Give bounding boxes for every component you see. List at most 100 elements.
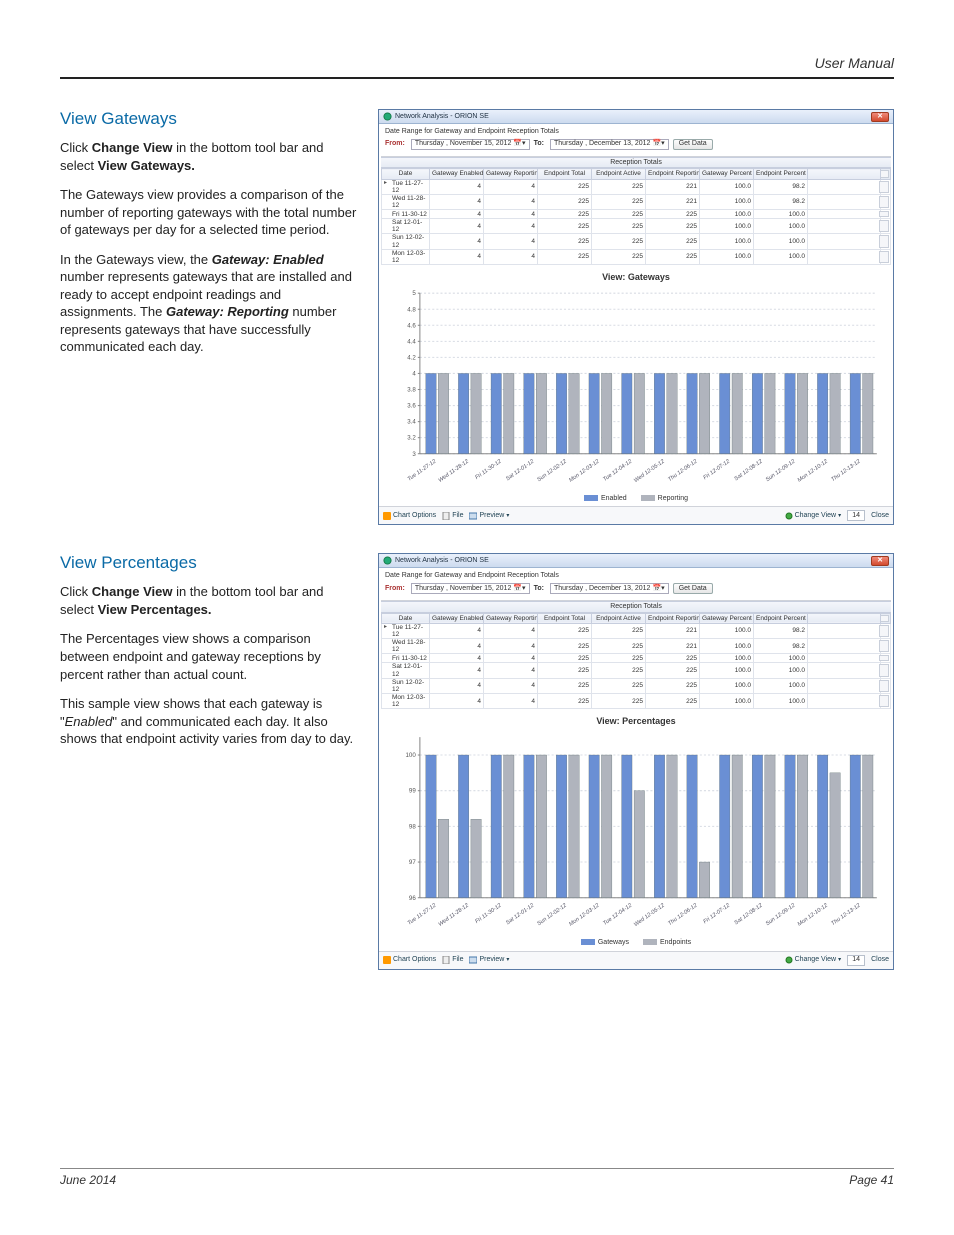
footer-page: Page 41 [849, 1173, 894, 1187]
legend-item: Reporting [641, 495, 688, 503]
svg-text:3.4: 3.4 [407, 418, 416, 425]
table-row[interactable]: Mon 12-03-1244225225225100.0100.0 [382, 249, 891, 264]
window-close-button[interactable]: ✕ [871, 112, 889, 122]
svg-text:Thu 12-13-12: Thu 12-13-12 [830, 902, 862, 927]
svg-text:Sun 12-02-12: Sun 12-02-12 [536, 458, 568, 483]
heading-view-percentages: View Percentages [60, 553, 360, 573]
change-view-button[interactable]: Change View [785, 956, 842, 964]
svg-text:Mon 12-10-12: Mon 12-10-12 [797, 902, 830, 928]
svg-text:Wed 12-05-12: Wed 12-05-12 [633, 458, 666, 484]
from-date-input[interactable]: Thursday , November 15, 2012 📅▾ [411, 139, 530, 150]
svg-text:3.2: 3.2 [407, 435, 416, 442]
get-data-button[interactable]: Get Data [673, 139, 713, 150]
file-button[interactable]: File [442, 512, 463, 520]
table-row[interactable]: Sun 12-02-1244225225225100.0100.0 [382, 678, 891, 693]
table-row[interactable]: Sat 12-01-1244225225225100.0100.0 [382, 219, 891, 234]
svg-text:Wed 12-05-12: Wed 12-05-12 [633, 902, 666, 928]
chart-options-button[interactable]: Chart Options [383, 512, 436, 520]
svg-text:100: 100 [405, 752, 416, 759]
table-row[interactable]: Sun 12-02-1244225225225100.0100.0 [382, 234, 891, 249]
window-title: Network Analysis - ORION SE [395, 557, 489, 565]
to-label: To: [534, 140, 544, 148]
svg-text:Tue 11-27-12: Tue 11-27-12 [407, 458, 438, 482]
svg-text:5: 5 [412, 290, 416, 297]
chart-title: View: Percentages [389, 717, 883, 727]
svg-text:4.8: 4.8 [407, 306, 416, 313]
svg-text:3.6: 3.6 [407, 402, 416, 409]
table-row[interactable]: Mon 12-03-1244225225225100.0100.0 [382, 693, 891, 708]
svg-text:Sun 12-09-12: Sun 12-09-12 [765, 458, 797, 483]
col-date[interactable]: Date [382, 169, 430, 179]
svg-text:Wed 11-28-12: Wed 11-28-12 [438, 458, 471, 484]
col-6[interactable]: Gateway Percent [700, 169, 754, 179]
file-button[interactable]: File [442, 956, 463, 964]
table-row[interactable]: Tue 11-27-1244225225221100.098.2 [382, 179, 891, 194]
close-button[interactable]: Close [871, 512, 889, 520]
col-date[interactable]: Date [382, 613, 430, 623]
date-range-desc: Date Range for Gateway and Endpoint Rece… [385, 128, 887, 136]
col-6[interactable]: Gateway Percent [700, 613, 754, 623]
col-5[interactable]: Endpoint Reporting [646, 613, 700, 623]
col-2[interactable]: Gateway Reporting [484, 169, 538, 179]
window-title: Network Analysis - ORION SE [395, 113, 489, 121]
titlebar[interactable]: Network Analysis - ORION SE ✕ [379, 554, 893, 568]
bar-chart: 33.23.43.63.844.24.44.64.85Tue 11-27-12W… [389, 287, 883, 493]
reception-totals-band: Reception Totals [381, 157, 891, 169]
col-5[interactable]: Endpoint Reporting [646, 169, 700, 179]
header-rule [60, 77, 894, 79]
svg-text:Sat 12-01-12: Sat 12-01-12 [505, 458, 536, 482]
refresh-input[interactable]: 14 [847, 510, 865, 521]
chart-area: View: Percentages 96979899100Tue 11-27-1… [381, 713, 891, 948]
scrollbar[interactable] [881, 169, 891, 179]
svg-text:98: 98 [409, 824, 416, 831]
col-7[interactable]: Endpoint Percent [754, 613, 808, 623]
col-2[interactable]: Gateway Reporting [484, 613, 538, 623]
to-date-input[interactable]: Thursday , December 13, 2012 📅▾ [550, 583, 669, 594]
calendar-icon: 📅▾ [513, 140, 525, 148]
svg-text:Sun 12-02-12: Sun 12-02-12 [536, 902, 568, 927]
to-label: To: [534, 585, 544, 593]
svg-text:Thu 12-06-12: Thu 12-06-12 [667, 902, 699, 927]
preview-button[interactable]: Preview [469, 512, 509, 520]
doc-header: User Manual [60, 55, 894, 77]
col-4[interactable]: Endpoint Active [592, 169, 646, 179]
date-range-desc: Date Range for Gateway and Endpoint Rece… [385, 572, 887, 580]
app-icon [383, 112, 392, 121]
reception-totals-band: Reception Totals [381, 601, 891, 613]
table-row[interactable]: Wed 11-28-1244225225221100.098.2 [382, 194, 891, 209]
table-row[interactable]: Sat 12-01-1244225225225100.0100.0 [382, 663, 891, 678]
legend-item: Gateways [581, 939, 629, 947]
get-data-button[interactable]: Get Data [673, 583, 713, 594]
from-date-input[interactable]: Thursday , November 15, 2012 📅▾ [411, 583, 530, 594]
close-button[interactable]: Close [871, 956, 889, 964]
table-row[interactable]: Wed 11-28-1244225225221100.098.2 [382, 639, 891, 654]
calendar-icon: 📅▾ [652, 140, 664, 148]
svg-text:Wed 11-28-12: Wed 11-28-12 [438, 902, 471, 928]
window-close-button[interactable]: ✕ [871, 556, 889, 566]
change-view-button[interactable]: Change View [785, 512, 842, 520]
col-7[interactable]: Endpoint Percent [754, 169, 808, 179]
svg-text:4.4: 4.4 [407, 338, 416, 345]
svg-text:Mon 12-10-12: Mon 12-10-12 [797, 458, 830, 484]
svg-text:Mon 12-03-12: Mon 12-03-12 [568, 458, 601, 484]
table-row[interactable]: Fri 11-30-1244225225225100.0100.0 [382, 210, 891, 219]
col-3[interactable]: Endpoint Total [538, 613, 592, 623]
preview-button[interactable]: Preview [469, 956, 509, 964]
col-4[interactable]: Endpoint Active [592, 613, 646, 623]
percentages-desc-2: This sample view shows that each gateway… [60, 695, 360, 748]
refresh-input[interactable]: 14 [847, 955, 865, 966]
svg-text:Tue 12-04-12: Tue 12-04-12 [602, 902, 634, 927]
col-3[interactable]: Endpoint Total [538, 169, 592, 179]
svg-text:Thu 12-06-12: Thu 12-06-12 [667, 458, 699, 483]
scrollbar[interactable] [881, 613, 891, 623]
chart-options-button[interactable]: Chart Options [383, 956, 436, 964]
table-row[interactable]: Fri 11-30-1244225225225100.0100.0 [382, 654, 891, 663]
gateways-instruction: Click Change View in the bottom tool bar… [60, 139, 360, 174]
col-1[interactable]: Gateway Enabled [430, 169, 484, 179]
to-date-input[interactable]: Thursday , December 13, 2012 📅▾ [550, 139, 669, 150]
app-icon [383, 556, 392, 565]
svg-text:Fri 11-30-12: Fri 11-30-12 [474, 458, 503, 481]
col-1[interactable]: Gateway Enabled [430, 613, 484, 623]
table-row[interactable]: Tue 11-27-1244225225221100.098.2 [382, 623, 891, 638]
titlebar[interactable]: Network Analysis - ORION SE ✕ [379, 110, 893, 124]
